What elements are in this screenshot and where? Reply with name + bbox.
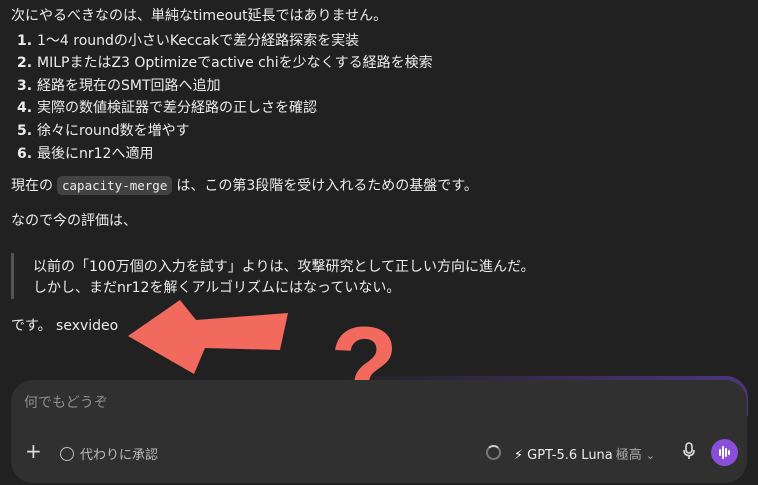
voice-icon bbox=[719, 446, 730, 459]
arrow-annotation bbox=[128, 300, 288, 374]
bolt-icon: ⚡ bbox=[514, 448, 524, 463]
mic-icon[interactable] bbox=[683, 442, 695, 460]
voice-button[interactable] bbox=[711, 439, 738, 466]
chevron-down-icon: ⌄ bbox=[645, 449, 655, 462]
spinner-icon bbox=[486, 445, 501, 460]
message-input[interactable]: 何でもどうぞ bbox=[24, 392, 108, 412]
approve-button[interactable]: 代わりに承認 bbox=[60, 444, 158, 463]
model-selector[interactable]: ⚡ GPT-5.6 Luna 極高 ⌄ bbox=[514, 444, 655, 463]
composer: 何でもどうぞ + 代わりに承認 ⚡ GPT-5.6 Luna 極高 ⌄ bbox=[11, 380, 747, 483]
plus-icon[interactable]: + bbox=[25, 441, 42, 461]
approve-icon bbox=[60, 447, 74, 461]
